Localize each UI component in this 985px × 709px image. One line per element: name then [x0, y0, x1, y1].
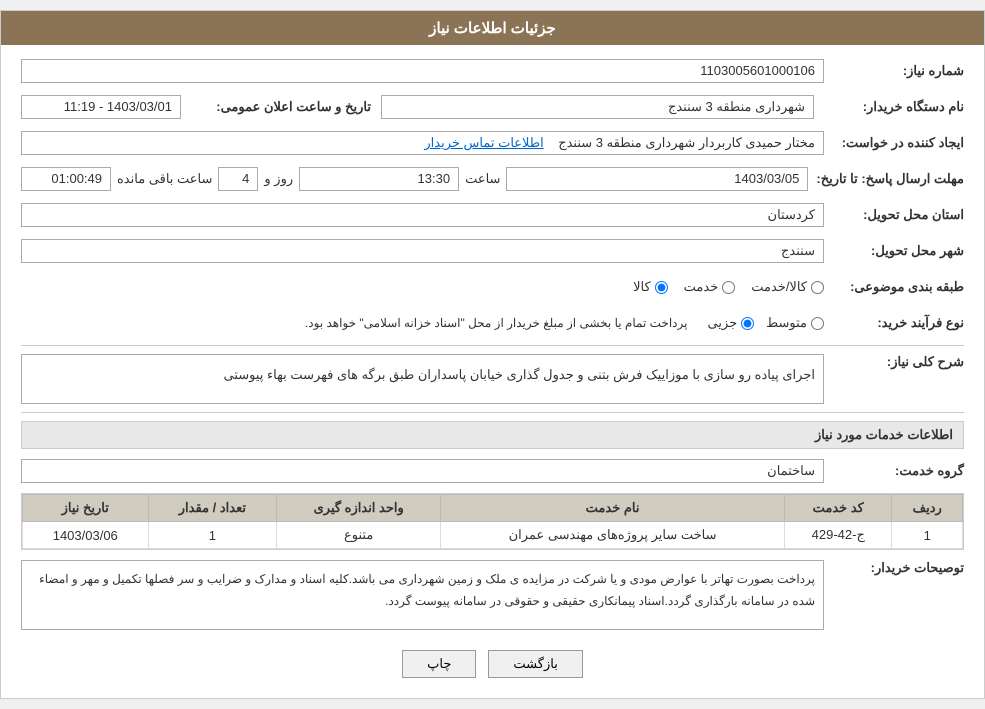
creator-label: ایجاد کننده در خواست:: [824, 135, 964, 151]
creator-value: مختار حمیدی کاربردار شهرداری منطقه 3 سنن…: [21, 131, 824, 155]
province-label: استان محل تحویل:: [824, 207, 964, 223]
back-button[interactable]: بازگشت: [488, 650, 582, 678]
category-radio-group: کالا/خدمت خدمت کالا: [21, 279, 824, 295]
purchase-type-label: نوع فرآیند خرید:: [824, 315, 964, 331]
need-description-label: شرح کلی نیاز:: [824, 354, 964, 370]
services-table-container: ردیف کد خدمت نام خدمت واحد اندازه گیری ت…: [21, 493, 964, 550]
response-time: 13:30: [299, 167, 459, 191]
button-row: بازگشت چاپ: [21, 638, 964, 686]
category-label: طبقه بندی موضوعی:: [824, 279, 964, 295]
purchase-type-group: متوسط جزیی پرداخت تمام یا بخشی از مبلغ خ…: [21, 315, 824, 331]
col-row: ردیف: [892, 495, 963, 522]
col-unit: واحد اندازه گیری: [277, 495, 441, 522]
purchase-jozi-option[interactable]: جزیی: [707, 315, 754, 331]
response-date: 1403/03/05: [506, 167, 808, 191]
response-deadline-label: مهلت ارسال پاسخ: تا تاریخ:: [808, 171, 964, 187]
cell-service-code: ج-42-429: [785, 522, 892, 549]
buyer-notes-label: توصیحات خریدار:: [824, 560, 964, 576]
purchase-type-description: پرداخت تمام یا بخشی از مبلغ خریدار از مح…: [21, 316, 695, 330]
remaining-label: ساعت باقی مانده: [117, 171, 212, 187]
category-khedmat-radio[interactable]: [722, 281, 735, 294]
province-value: کردستان: [21, 203, 824, 227]
response-days-label: روز و: [264, 171, 293, 187]
announce-datetime-value: 1403/03/01 - 11:19: [21, 95, 181, 119]
category-kala-label: کالا: [633, 279, 651, 295]
cell-unit: متنوع: [277, 522, 441, 549]
service-group-value: ساختمان: [21, 459, 824, 483]
response-time-label: ساعت: [465, 171, 500, 187]
col-quantity: تعداد / مقدار: [148, 495, 277, 522]
buyer-org-value: شهرداری منطقه 3 سنندج: [381, 95, 814, 119]
purchase-motawaset-label: متوسط: [766, 315, 807, 331]
need-number-value: 1103005601000106: [21, 59, 824, 83]
services-section-title: اطلاعات خدمات مورد نیاز: [21, 421, 964, 449]
category-kala-khedmat-radio[interactable]: [811, 281, 824, 294]
cell-quantity: 1: [148, 522, 277, 549]
category-kala-khedmat-label: کالا/خدمت: [751, 279, 807, 295]
category-kala-khedmat-option[interactable]: کالا/خدمت: [751, 279, 824, 295]
category-khedmat-option[interactable]: خدمت: [684, 279, 736, 295]
buyer-org-label: نام دستگاه خریدار:: [824, 99, 964, 115]
category-kala-radio[interactable]: [655, 281, 668, 294]
need-description-value: اجرای پیاده رو سازی با موزاییک فرش بتنی …: [21, 354, 824, 404]
category-kala-option[interactable]: کالا: [633, 279, 668, 295]
purchase-motawaset-radio[interactable]: [811, 317, 824, 330]
page-title: جزئیات اطلاعات نیاز: [429, 20, 556, 37]
announce-datetime-label: تاریخ و ساعت اعلان عمومی:: [191, 99, 371, 115]
services-table: ردیف کد خدمت نام خدمت واحد اندازه گیری ت…: [22, 494, 963, 549]
cell-service-name: ساخت سایر پروژه‌های مهندسی عمران: [441, 522, 785, 549]
col-date: تاریخ نیاز: [23, 495, 149, 522]
category-khedmat-label: خدمت: [684, 279, 719, 295]
page-header: جزئیات اطلاعات نیاز: [1, 11, 984, 45]
buyer-notes-value: پرداخت بصورت تهاتر با عوارض مودی و یا شر…: [21, 560, 824, 630]
table-row: 1 ج-42-429 ساخت سایر پروژه‌های مهندسی عم…: [23, 522, 963, 549]
remaining-time: 01:00:49: [21, 167, 111, 191]
purchase-jozi-radio[interactable]: [741, 317, 754, 330]
service-group-label: گروه خدمت:: [824, 463, 964, 479]
purchase-jozi-label: جزیی: [707, 315, 737, 331]
col-service-name: نام خدمت: [441, 495, 785, 522]
need-number-label: شماره نیاز:: [824, 63, 964, 79]
cell-date: 1403/03/06: [23, 522, 149, 549]
response-days: 4: [218, 167, 258, 191]
city-value: سنندج: [21, 239, 824, 263]
col-service-code: کد خدمت: [785, 495, 892, 522]
city-label: شهر محل تحویل:: [824, 243, 964, 259]
print-button[interactable]: چاپ: [402, 650, 476, 678]
creator-contact-link[interactable]: اطلاعات تماس خریدار: [424, 135, 543, 150]
purchase-motawaset-option[interactable]: متوسط: [766, 315, 824, 331]
cell-row: 1: [892, 522, 963, 549]
